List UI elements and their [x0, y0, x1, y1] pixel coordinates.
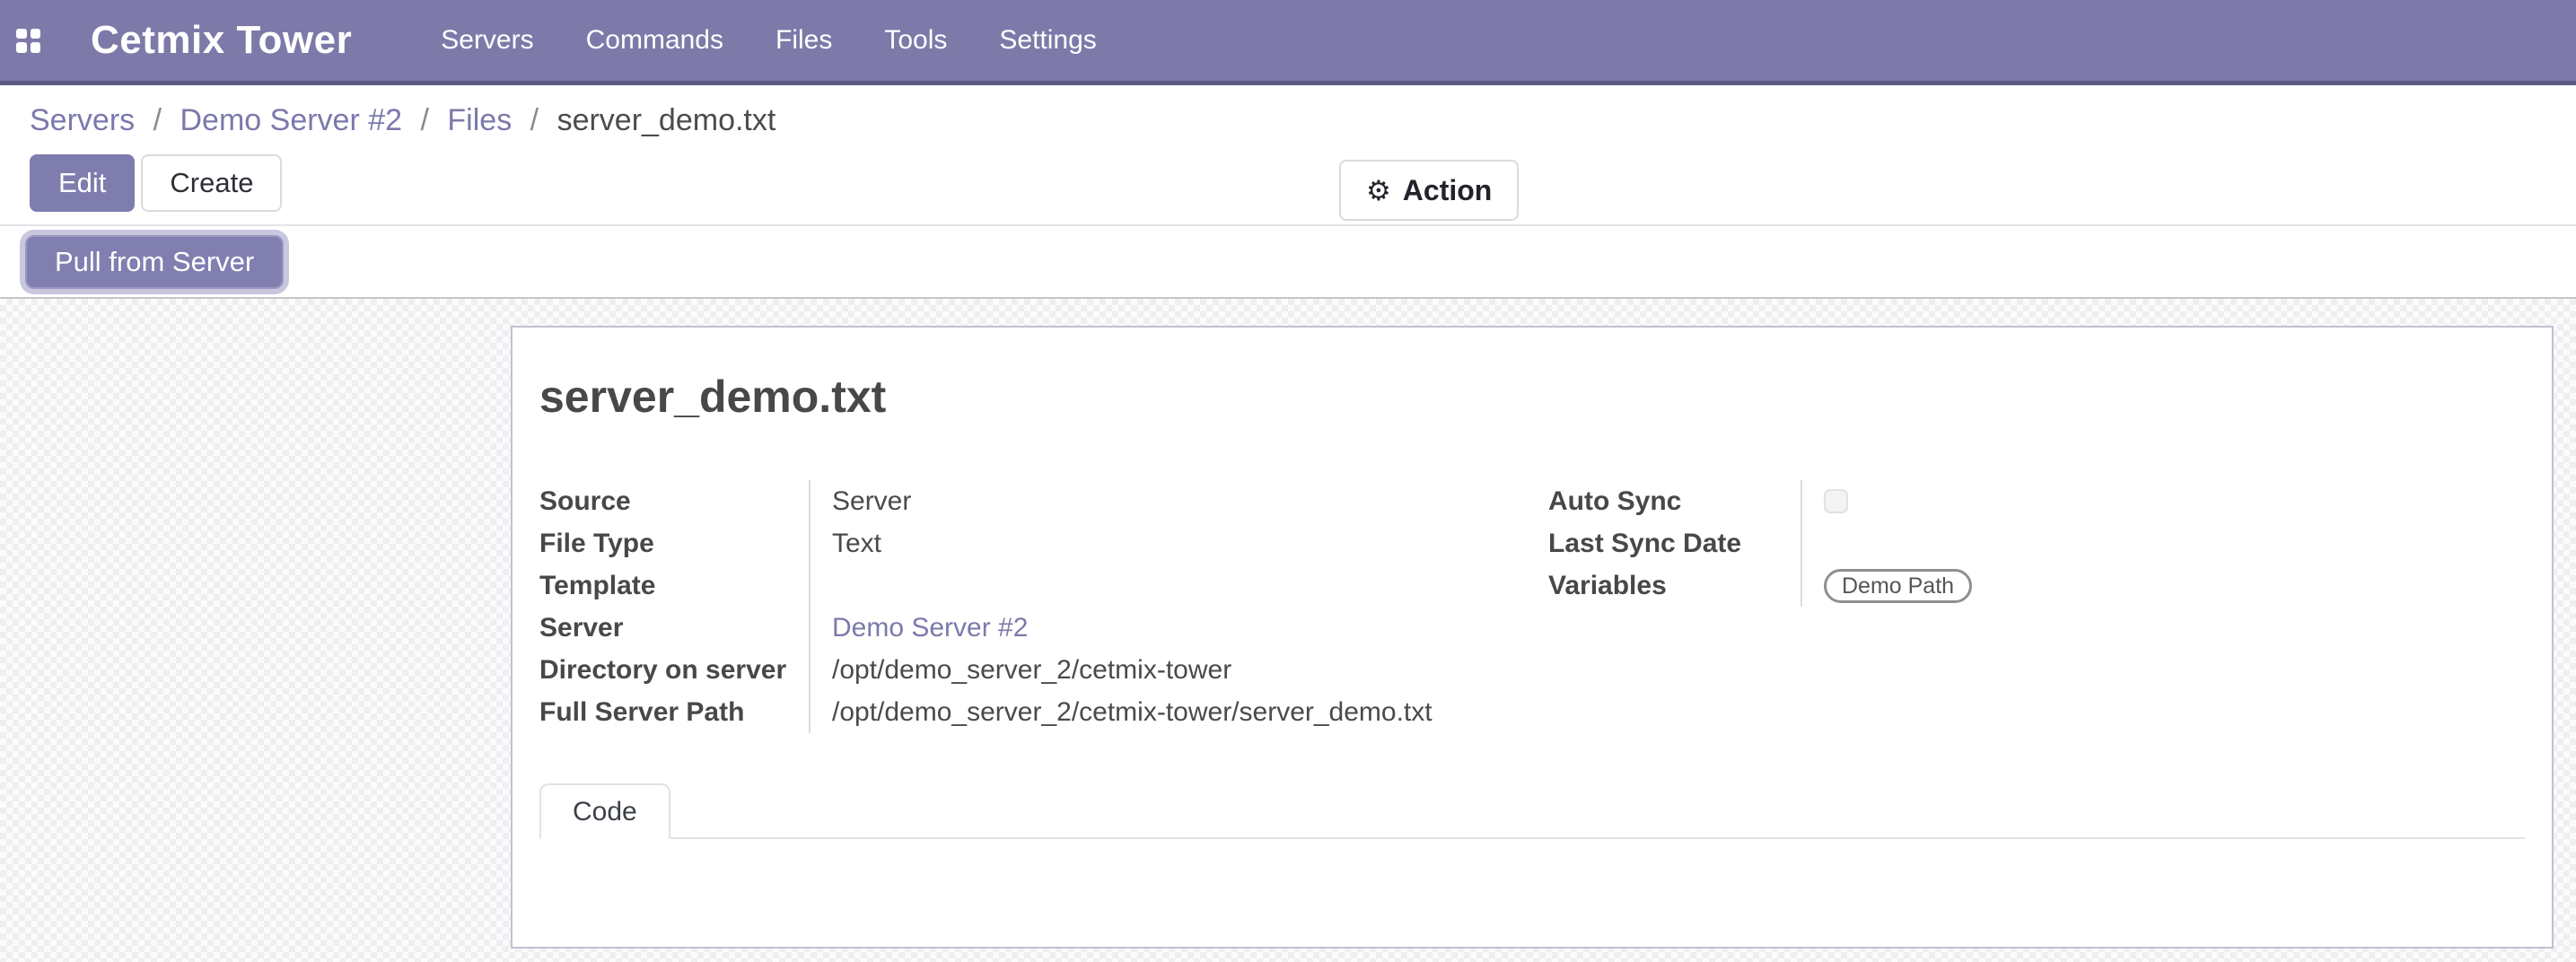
- field-label: Last Sync Date: [1548, 522, 1802, 564]
- menu-commands[interactable]: Commands: [560, 0, 749, 81]
- field-group-right: Auto Sync Last Sync Date Variables Demo …: [1548, 480, 2525, 733]
- auto-sync-checkbox[interactable]: [1824, 489, 1848, 513]
- apps-grid-icon[interactable]: [16, 29, 40, 53]
- field-value-file-type: Text: [810, 529, 881, 559]
- breadcrumb-separator: /: [521, 103, 548, 137]
- field-label: Full Server Path: [539, 691, 810, 733]
- notebook-tabs: Code: [539, 783, 2525, 839]
- tab-code-content: [539, 839, 2525, 929]
- field-group-left: Source Server File Type Text Template Se…: [539, 480, 1518, 733]
- breadcrumb-files[interactable]: Files: [447, 103, 512, 137]
- statusbar: Pull from Server: [0, 226, 2576, 299]
- field-label: Source: [539, 480, 810, 522]
- top-navbar: Cetmix Tower Servers Commands Files Tool…: [0, 0, 2576, 85]
- field-value-source: Server: [810, 486, 911, 517]
- field-label: Template: [539, 564, 810, 607]
- gear-icon: ⚙: [1366, 177, 1391, 205]
- breadcrumb-separator: /: [144, 103, 171, 137]
- field-row-variables: Variables Demo Path: [1548, 564, 2525, 607]
- field-label: Server: [539, 607, 810, 649]
- breadcrumb-current: server_demo.txt: [557, 103, 776, 137]
- field-label: Auto Sync: [1548, 480, 1802, 522]
- app-root: Cetmix Tower Servers Commands Files Tool…: [0, 0, 2576, 962]
- menu-tools[interactable]: Tools: [858, 0, 973, 81]
- field-value-auto-sync: [1802, 489, 1848, 513]
- field-value-variables: Demo Path: [1802, 569, 1972, 603]
- tab-code[interactable]: Code: [539, 783, 670, 839]
- pull-from-server-button[interactable]: Pull from Server: [25, 235, 284, 289]
- edit-button[interactable]: Edit: [30, 154, 135, 212]
- menu-servers[interactable]: Servers: [415, 0, 559, 81]
- app-title[interactable]: Cetmix Tower: [91, 18, 352, 63]
- server-record-link[interactable]: Demo Server #2: [810, 613, 1028, 643]
- action-button[interactable]: ⚙ Action: [1339, 160, 1519, 221]
- field-row-directory: Directory on server /opt/demo_server_2/c…: [539, 649, 1518, 691]
- main-menu: Servers Commands Files Tools Settings: [415, 0, 1123, 81]
- breadcrumb-servers[interactable]: Servers: [30, 103, 135, 137]
- menu-settings[interactable]: Settings: [973, 0, 1122, 81]
- breadcrumb-demo-server[interactable]: Demo Server #2: [180, 103, 403, 137]
- form-view-background: server_demo.txt Source Server File Type …: [0, 299, 2576, 962]
- action-menu-wrap: ⚙ Action: [1339, 160, 1519, 221]
- variable-tag: Demo Path: [1824, 569, 1972, 603]
- field-row-auto-sync: Auto Sync: [1548, 480, 2525, 522]
- field-row-file-type: File Type Text: [539, 522, 1518, 564]
- breadcrumb-separator: /: [411, 103, 439, 137]
- field-value-directory: /opt/demo_server_2/cetmix-tower: [810, 655, 1231, 686]
- form-sheet: server_demo.txt Source Server File Type …: [511, 326, 2554, 949]
- breadcrumb: Servers / Demo Server #2 / Files / serve…: [30, 85, 2576, 141]
- action-button-label: Action: [1403, 174, 1493, 207]
- field-row-server: Server Demo Server #2: [539, 607, 1518, 649]
- field-section: Source Server File Type Text Template Se…: [539, 480, 2525, 733]
- field-row-template: Template: [539, 564, 1518, 607]
- menu-files[interactable]: Files: [749, 0, 858, 81]
- field-label: Directory on server: [539, 649, 810, 691]
- field-label: File Type: [539, 522, 810, 564]
- field-label: Variables: [1548, 564, 1802, 607]
- field-row-source: Source Server: [539, 480, 1518, 522]
- control-panel: Servers / Demo Server #2 / Files / serve…: [0, 85, 2576, 226]
- form-buttons: Edit Create: [30, 154, 2576, 212]
- field-value-full-path: /opt/demo_server_2/cetmix-tower/server_d…: [810, 697, 1433, 728]
- record-title: server_demo.txt: [539, 371, 2525, 423]
- field-row-full-path: Full Server Path /opt/demo_server_2/cetm…: [539, 691, 1518, 733]
- create-button[interactable]: Create: [141, 154, 282, 212]
- field-row-last-sync-date: Last Sync Date: [1548, 522, 2525, 564]
